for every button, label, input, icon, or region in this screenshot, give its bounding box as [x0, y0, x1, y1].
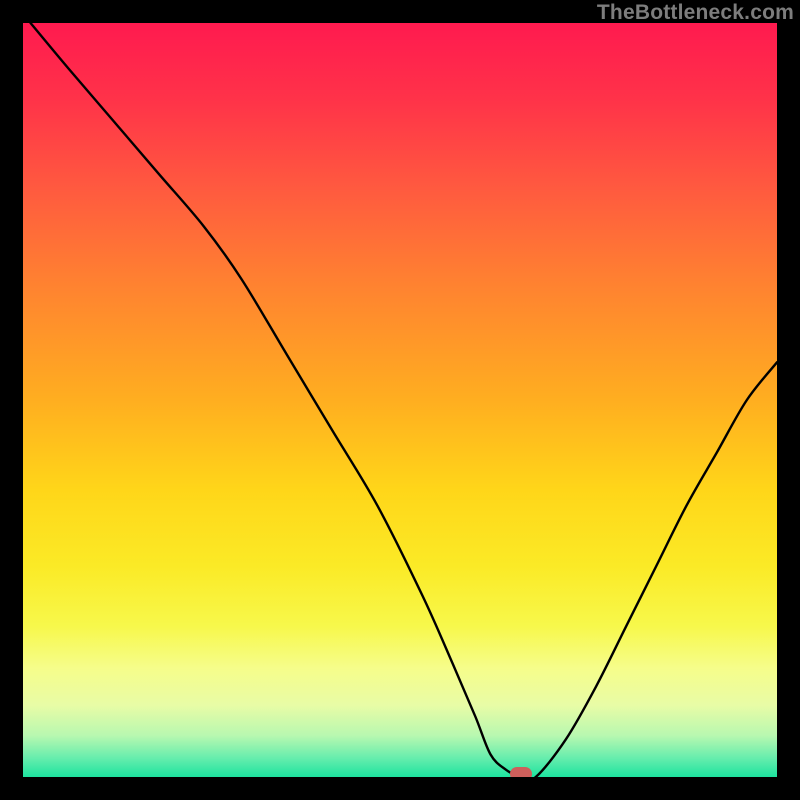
watermark-text: TheBottleneck.com	[597, 1, 794, 25]
bottleneck-curve	[23, 23, 777, 777]
chart-stage: TheBottleneck.com	[0, 0, 800, 800]
optimal-marker	[510, 767, 532, 777]
plot-area	[23, 23, 777, 777]
